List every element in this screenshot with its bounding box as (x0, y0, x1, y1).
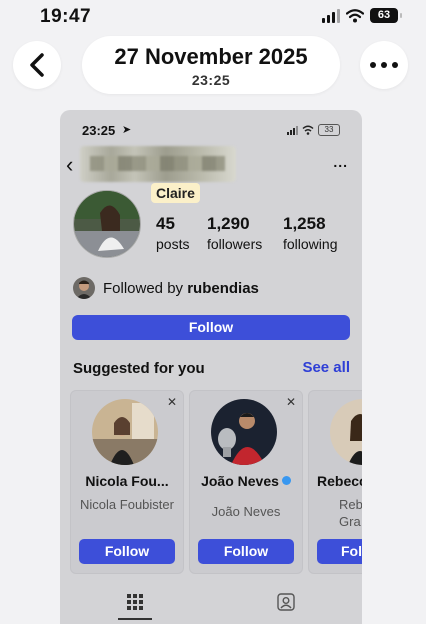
follower-avatar (73, 277, 95, 299)
inner-battery-icon: 33 (318, 124, 340, 136)
date-header: 27 November 2025 23:25 (82, 36, 340, 94)
tagged-icon[interactable] (277, 593, 295, 611)
suggestion-avatar[interactable] (92, 399, 158, 465)
following-count: 1,258 (283, 214, 326, 233)
active-tab-indicator (118, 618, 152, 620)
name-tag: Claire (151, 183, 200, 203)
suggestion-subtitle: Nicola Foubister (80, 497, 174, 512)
chevron-left-icon (30, 53, 44, 77)
suggestion-card[interactable]: ✕ João Neves João Neves Follow (189, 390, 303, 574)
suggestion-card[interactable]: ✕ Nicola Fou... Nicola Foubister Follow (70, 390, 184, 574)
suggestion-name: João Neves (190, 473, 302, 489)
stat-following[interactable]: 1,258 following (283, 214, 337, 252)
suggestion-card[interactable]: Rebecc Rebe Gra Fol (308, 390, 362, 574)
suggested-title: Suggested for you (73, 360, 205, 377)
inner-wifi-icon (302, 125, 314, 135)
location-arrow-icon: ➤ (122, 124, 132, 136)
followers-label: followers (207, 236, 263, 252)
stat-followers[interactable]: 1,290 followers (207, 214, 262, 252)
suggestion-subtitle: Rebe Gra (339, 497, 362, 529)
stat-posts[interactable]: 45 posts (156, 214, 189, 252)
suggestion-follow-button[interactable]: Fol (317, 539, 362, 564)
suggestion-follow-button[interactable]: Follow (79, 539, 175, 564)
posts-label: posts (156, 236, 190, 252)
profile-tab-bar (60, 586, 362, 624)
suggestion-name: Rebecc (317, 473, 362, 489)
followed-by-user[interactable]: rubendias (187, 280, 259, 297)
profile-avatar[interactable] (73, 190, 141, 258)
posts-count: 45 (156, 214, 175, 233)
header-date: 27 November 2025 (114, 44, 308, 69)
status-time: 19:47 (40, 6, 92, 27)
redacted-username (80, 146, 236, 182)
suggestion-subtitle: João Neves (211, 504, 281, 519)
profile-more-icon[interactable]: ... (333, 154, 348, 170)
status-bar: 19:47 63 (0, 0, 426, 36)
dismiss-icon[interactable]: ✕ (286, 395, 296, 409)
follow-button[interactable]: Follow (72, 315, 350, 340)
see-all-link[interactable]: See all (302, 359, 350, 376)
profile-back-icon[interactable]: ‹ (66, 154, 73, 176)
wifi-icon (346, 8, 364, 22)
more-options-button[interactable] (360, 41, 408, 89)
back-button[interactable] (13, 41, 61, 89)
followed-by[interactable]: Followed by rubendias (73, 277, 259, 299)
battery-icon: 63 (370, 8, 402, 23)
suggestion-avatar[interactable] (330, 399, 362, 465)
followed-by-prefix: Followed by (103, 279, 188, 297)
header-time: 23:25 (191, 72, 231, 88)
signal-icon (322, 8, 340, 23)
suggestion-avatar[interactable] (211, 399, 277, 465)
inner-signal-icon (287, 125, 298, 135)
followers-count: 1,290 (207, 214, 250, 233)
inner-status-icons: 33 (287, 124, 340, 136)
profile-screenshot: 23:25 ➤ 33 ‹ ... Claire 45 posts 1,290 f… (60, 110, 362, 624)
suggestion-follow-button[interactable]: Follow (198, 539, 294, 564)
status-icons: 63 (322, 8, 402, 23)
more-icon (370, 62, 398, 68)
inner-status-time: 23:25 (82, 123, 116, 138)
suggestion-name: Nicola Fou... (85, 473, 169, 489)
verified-badge-icon (281, 476, 291, 485)
suggestion-name-text: João Neves (201, 473, 279, 489)
dismiss-icon[interactable]: ✕ (167, 395, 177, 409)
grid-icon[interactable] (127, 594, 143, 610)
following-label: following (283, 236, 338, 252)
